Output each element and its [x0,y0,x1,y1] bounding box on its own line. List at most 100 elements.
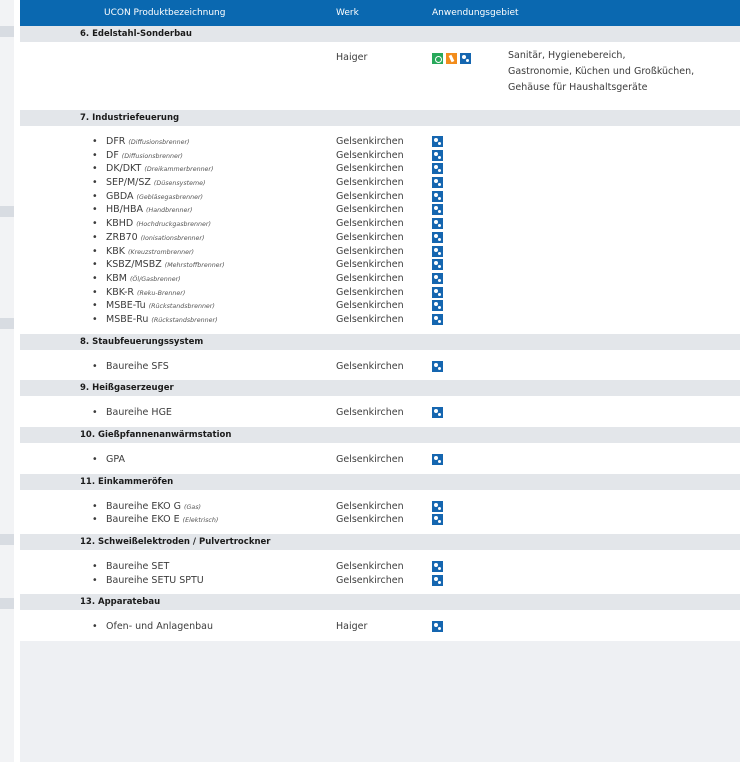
werk-cell: Gelsenkirchen [336,149,404,161]
product-label: KSBZ/MSBZ [106,259,162,271]
gear-icon [460,53,471,64]
product-subtitle: (Kreuzstrombrenner) [127,248,195,256]
section-items: • Ofen- und Anlagenbau Haiger [20,610,740,641]
product-name: • KBK (Kreuzstrombrenner) [92,246,194,257]
icon-group [432,231,446,243]
margin-tab [0,598,14,609]
product-label: HB/HBA [106,204,144,216]
product-label: DF [106,149,119,161]
bullet: • [92,407,98,419]
list-item: • KSBZ/MSBZ (Mehrstoffbrenner) Gelsenkirche… [20,258,740,272]
bullet: • [92,190,98,202]
list-item: • DFR (Diffusionsbrenner) Gelsenkirchen [20,135,740,149]
bullet: • [92,272,98,284]
gear-icon [432,407,443,419]
list-item: • MSBE-Ru (Rückstandsbrenner) Gelsenkirchen [20,313,740,327]
product-table: UCON Produktbezeichnung Werk Anwendungsg… [20,0,740,762]
description-line: Gastronomie, Küchen und Großküchen, [508,66,695,77]
werk-cell: Gelsenkirchen [336,360,404,372]
product-name: • MSBE-Ru (Rückstandsbrenner) [92,314,218,325]
product-subtitle: (Düsensysteme) [153,180,206,188]
product-name: • Baureihe HGE [92,407,172,418]
product-subtitle: (Rückstandsbrenner) [151,316,218,324]
section-title: 7. Industriefeuerung [20,110,740,126]
bullet: • [92,286,98,298]
icon-group [432,500,446,512]
list-item: • Baureihe HGE Gelsenkirchen [20,406,740,420]
left-page-margin [0,0,14,762]
werk-cell: Gelsenkirchen [336,245,404,257]
column-header-name: UCON Produktbezeichnung [104,8,226,18]
icon-group [432,136,446,147]
icon-group [432,286,446,298]
list-item: • KBK-R (Reku-Brenner) Gelsenkirchen [20,286,740,300]
section-title: 11. Einkammeröfen [20,473,740,490]
product-label: Baureihe EKO G [106,500,181,512]
icon-group [432,514,446,526]
margin-tab [0,26,14,37]
werk-cell: Gelsenkirchen [336,136,404,147]
bullet: • [92,231,98,243]
list-item: • KBHD (Hochdruckgasbrenner) Gelsenkirchen [20,217,740,231]
list-item: • DF (Diffusionsbrenner) Gelsenkirchen [20,149,740,163]
product-name: • Baureihe SET [92,561,169,572]
product-label: Baureihe HGE [106,407,172,419]
gear-icon [432,300,443,312]
gear-icon [432,454,443,465]
list-item: • MSBE-Tu (Rückstandsbrenner) Gelsenkirchen [20,299,740,313]
icon-group [432,149,446,161]
gear-icon [432,245,443,257]
product-name: • GBDA (Gebläsegasbrenner) [92,191,203,202]
product-subtitle: (Diffusionsbrenner) [121,152,183,160]
werk-cell: Gelsenkirchen [336,272,404,284]
bullet: • [92,149,98,161]
product-name: • KBM (Öl/Gasbrenner) [92,273,181,284]
product-label: MSBE-Tu [106,300,146,312]
werk-cell: Gelsenkirchen [336,259,404,271]
margin-tab [0,206,14,217]
product-name: • KBK-R (Reku-Brenner) [92,287,185,298]
product-subtitle: (Gas) [184,503,201,511]
gear-icon [432,204,443,216]
gear-icon [432,218,443,230]
product-subtitle: (Ionisationsbrenner) [140,234,205,242]
bullet: • [92,360,98,372]
product-name: • Ofen- und Anlagenbau [92,621,213,632]
section-items: • DFR (Diffusionsbrenner) Gelsenkirchen • DF(… [20,126,740,334]
description-line: Gehäuse für Haushaltsgeräte [508,82,648,93]
bullet: • [92,621,98,633]
section-items: • Baureihe HGE Gelsenkirchen [20,396,740,427]
bullet: • [92,218,98,230]
werk-cell: Gelsenkirchen [336,231,404,243]
product-label: GPA [106,454,125,465]
werk-cell: Haiger [336,621,368,633]
product-name: • ZRB70 (Ionisationsbrenner) [92,232,204,243]
product-label: KBM [106,272,127,284]
product-label: KBK [106,245,125,257]
werk-cell: Gelsenkirchen [336,190,404,202]
icon-group [432,53,474,72]
product-name: • DF (Diffusionsbrenner) [92,150,183,161]
gear-icon [432,574,443,586]
gear-icon [432,360,443,372]
product-label: MSBE-Ru [106,313,149,325]
column-header-werk: Werk [336,8,359,18]
product-subtitle: (Handbrenner) [146,207,193,215]
gear-icon [432,149,443,161]
bullet: • [92,561,98,573]
werk-cell: Gelsenkirchen [336,407,404,419]
section-items: • Baureihe SFS Gelsenkirchen [20,350,740,381]
section-items: • Baureihe SET Gelsenkirchen • Baureihe SETU… [20,550,740,594]
section-title: 13. Apparatebau [20,594,740,611]
list-item: • GBDA (Gebläsegasbrenner) Gelsenkirchen [20,190,740,204]
icon-group [432,360,446,372]
product-label: ZRB70 [106,231,138,243]
margin-tab [0,534,14,545]
gear-icon [432,177,443,189]
gear-icon [432,259,443,271]
list-item: • ZRB70 (Ionisationsbrenner) Gelsenkirchen [20,231,740,245]
werk-cell: Gelsenkirchen [336,561,404,573]
product-subtitle: (Öl/Gasbrenner) [129,275,181,283]
product-name: • HB/HBA (Handbrenner) [92,204,192,215]
werk-cell: Gelsenkirchen [336,574,404,586]
